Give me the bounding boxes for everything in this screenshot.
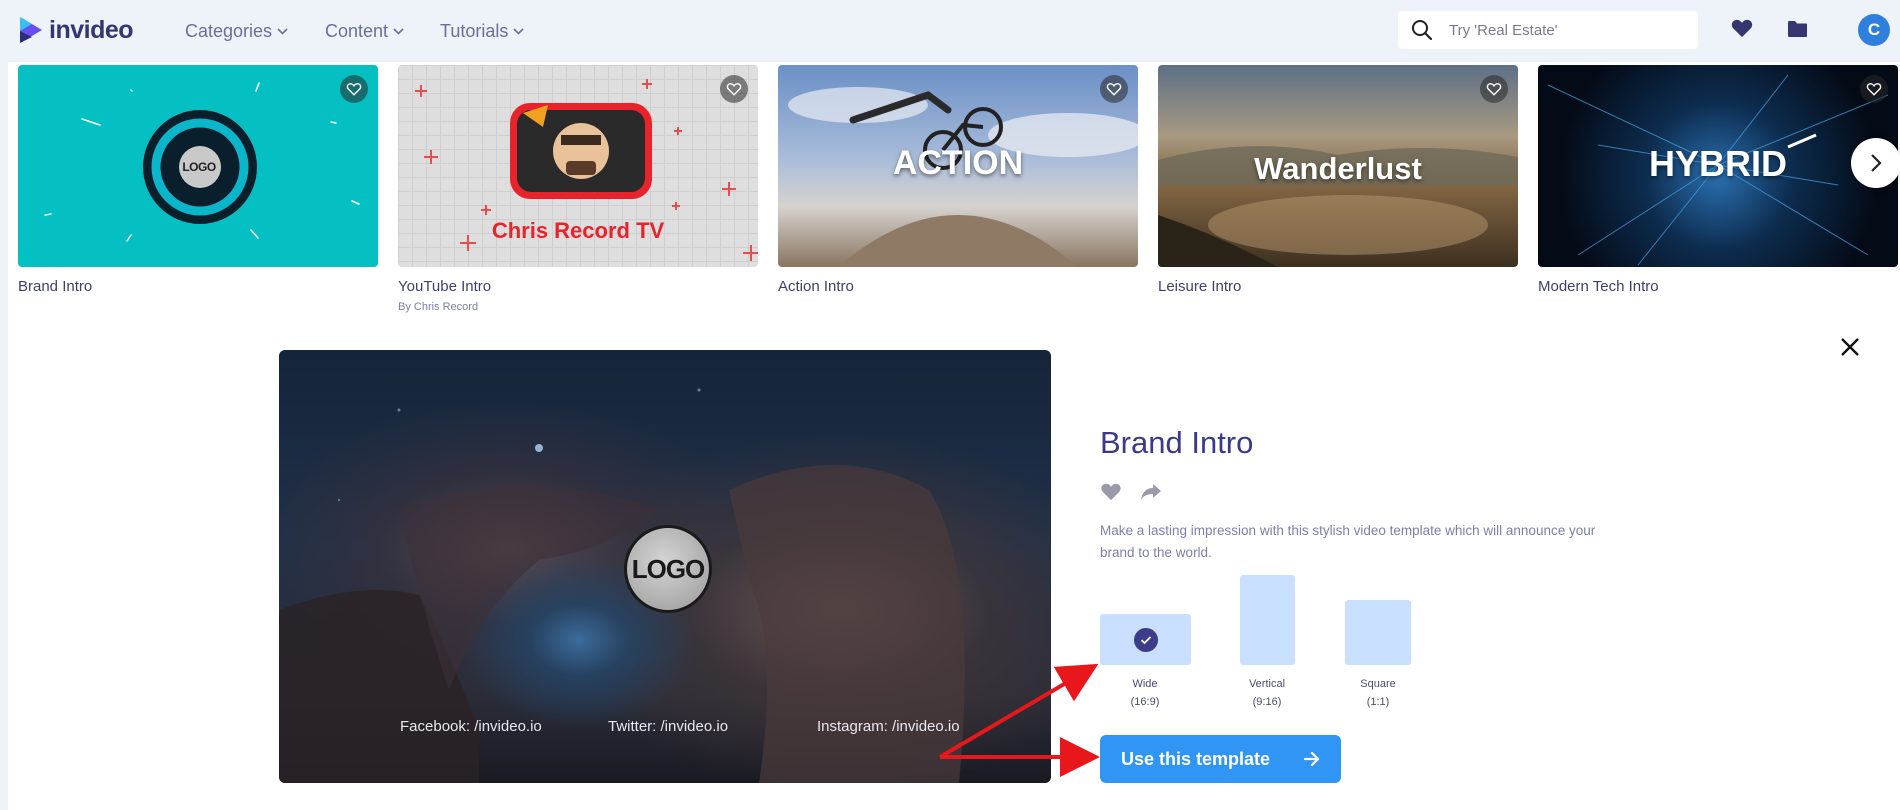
ratio-wide-value: (16:9) bbox=[1130, 696, 1160, 708]
preview-logo-badge: LOGO bbox=[624, 525, 712, 613]
ratio-option-square[interactable]: Square (1:1) bbox=[1345, 600, 1411, 708]
thumbnail-text: HYBRID bbox=[1648, 143, 1787, 184]
heart-outline-icon bbox=[1486, 83, 1502, 96]
thumbnail-text: Chris Record TV bbox=[491, 218, 665, 243]
card-title[interactable]: Brand Intro bbox=[18, 278, 378, 295]
ratio-square-value: (1:1) bbox=[1366, 696, 1390, 708]
heart-outline-icon bbox=[346, 83, 362, 96]
template-preview-video[interactable]: LOGO Facebook: /invideo.io Twitter: /inv… bbox=[279, 350, 1051, 783]
template-card-leisure-intro[interactable]: Wanderlust Leisure Intro bbox=[1158, 65, 1518, 295]
heart-outline-icon bbox=[726, 83, 742, 96]
nav-content[interactable]: Content bbox=[325, 21, 404, 42]
chevron-down-icon bbox=[277, 28, 288, 35]
search-input[interactable] bbox=[1449, 21, 1679, 39]
logo-text: invideo bbox=[49, 15, 134, 44]
chevron-down-icon bbox=[513, 28, 524, 35]
use-template-button[interactable]: Use this template bbox=[1100, 735, 1341, 783]
card-title[interactable]: YouTube Intro bbox=[398, 278, 758, 295]
card-title[interactable]: Modern Tech Intro bbox=[1538, 278, 1898, 295]
favorites-heart-icon[interactable] bbox=[1731, 18, 1753, 38]
template-thumbnail[interactable]: Chris Record TV bbox=[398, 65, 758, 267]
nav-categories-label: Categories bbox=[185, 21, 273, 41]
preview-facebook-text: Facebook: /invideo.io bbox=[400, 718, 542, 735]
nav-categories[interactable]: Categories bbox=[185, 21, 288, 42]
arrow-right-icon bbox=[1303, 751, 1320, 767]
nav-content-label: Content bbox=[325, 21, 389, 41]
heart-outline-icon bbox=[1866, 83, 1882, 96]
search-icon bbox=[1412, 20, 1433, 41]
template-card-action-intro[interactable]: ACTION Action Intro bbox=[778, 65, 1138, 295]
heart-icon[interactable] bbox=[1100, 482, 1122, 501]
template-thumbnail[interactable]: Wanderlust bbox=[1158, 65, 1518, 267]
close-icon[interactable] bbox=[1840, 337, 1860, 357]
nav-tutorials-label: Tutorials bbox=[440, 21, 509, 41]
share-icon[interactable] bbox=[1140, 482, 1162, 501]
carousel-next-button[interactable] bbox=[1851, 138, 1900, 188]
card-author: By Chris Record bbox=[398, 301, 479, 313]
invideo-logo[interactable]: invideo bbox=[18, 13, 134, 47]
invideo-logo-icon bbox=[20, 17, 42, 43]
favorite-button[interactable] bbox=[720, 75, 748, 103]
card-title[interactable]: Action Intro bbox=[778, 278, 1138, 295]
ratio-vertical-box[interactable] bbox=[1240, 575, 1295, 665]
template-title: Brand Intro bbox=[1100, 425, 1254, 460]
nav-tutorials[interactable]: Tutorials bbox=[440, 21, 524, 42]
chevron-right-icon bbox=[1871, 154, 1882, 172]
user-avatar[interactable]: C bbox=[1858, 14, 1890, 46]
heart-outline-icon bbox=[1106, 83, 1122, 96]
ratio-square-box[interactable] bbox=[1345, 600, 1411, 665]
chevron-down-icon bbox=[393, 28, 404, 35]
template-thumbnail[interactable]: LOGO bbox=[18, 65, 378, 267]
ratio-wide-name: Wide bbox=[1132, 678, 1158, 690]
check-icon bbox=[1133, 627, 1158, 652]
card-title[interactable]: Leisure Intro bbox=[1158, 278, 1518, 295]
search-box bbox=[1398, 11, 1698, 49]
template-card-brand-intro[interactable]: LOGO Brand Intro bbox=[18, 65, 378, 295]
ratio-vertical-name: Vertical bbox=[1248, 678, 1286, 690]
favorite-button[interactable] bbox=[1860, 75, 1888, 103]
thumbnail-text: LOGO bbox=[182, 160, 216, 174]
favorite-button[interactable] bbox=[1480, 75, 1508, 103]
favorite-button[interactable] bbox=[340, 75, 368, 103]
preview-instagram-text: Instagram: /invideo.io bbox=[817, 718, 960, 735]
ratio-option-wide[interactable]: Wide (16:9) bbox=[1100, 614, 1191, 708]
ratio-vertical-label: Vertical (9:16) bbox=[1222, 675, 1312, 711]
top-nav: invideo Categories Content Tutorials C bbox=[0, 0, 1900, 62]
template-card-modern-tech-intro[interactable]: HYBRID Modern Tech Intro bbox=[1538, 65, 1898, 295]
favorite-button[interactable] bbox=[1100, 75, 1128, 103]
folder-icon[interactable] bbox=[1787, 20, 1808, 38]
template-thumbnail[interactable]: HYBRID bbox=[1538, 65, 1898, 267]
ratio-wide-box[interactable] bbox=[1100, 614, 1191, 665]
use-template-label: Use this template bbox=[1121, 748, 1271, 769]
thumbnail-text: ACTION bbox=[892, 143, 1024, 182]
template-actions bbox=[1100, 482, 1162, 501]
template-thumbnail[interactable]: ACTION bbox=[778, 65, 1138, 267]
template-card-youtube-intro[interactable]: Chris Record TV YouTube Intro By Chris R… bbox=[398, 65, 758, 313]
thumbnail-text: Wanderlust bbox=[1254, 151, 1422, 186]
ratio-square-name: Square bbox=[1360, 678, 1396, 690]
ratio-option-vertical[interactable]: Vertical (9:16) bbox=[1240, 575, 1295, 708]
ratio-wide-label: Wide (16:9) bbox=[1100, 675, 1190, 711]
template-carousel: LOGO Brand Intro Chris Record TV YouTube… bbox=[8, 62, 1900, 320]
ratio-square-label: Square (1:1) bbox=[1333, 675, 1423, 711]
ratio-vertical-value: (9:16) bbox=[1252, 696, 1282, 708]
preview-twitter-text: Twitter: /invideo.io bbox=[608, 718, 729, 735]
template-description: Make a lasting impression with this styl… bbox=[1100, 523, 1596, 560]
